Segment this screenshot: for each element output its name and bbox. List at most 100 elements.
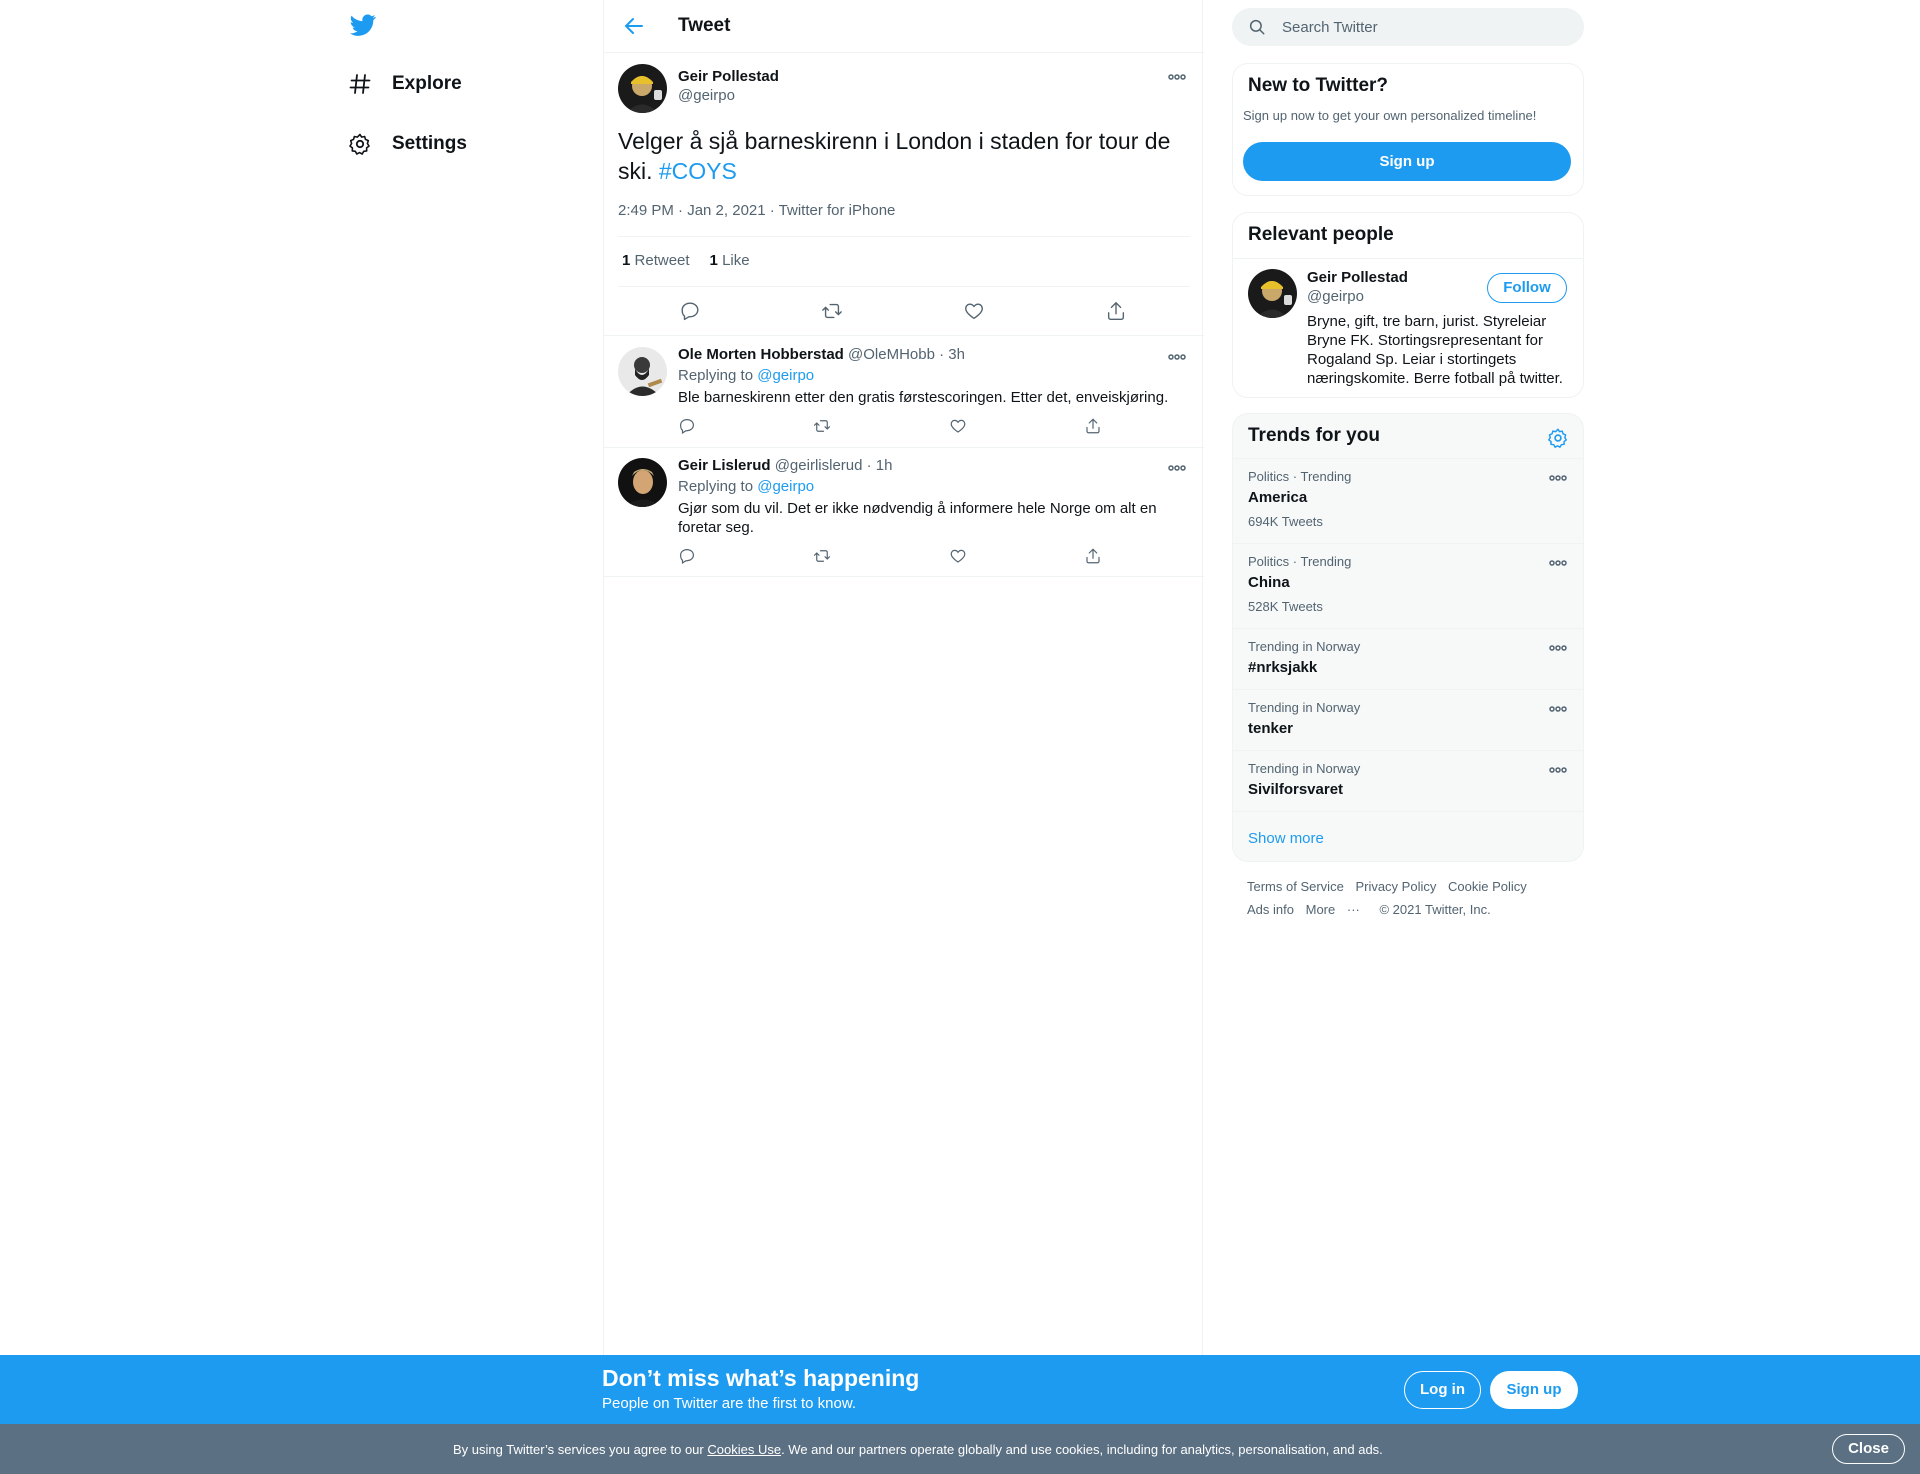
footer-link-terms[interactable]: Terms of Service bbox=[1247, 879, 1344, 894]
nav-explore-label: Explore bbox=[392, 73, 462, 94]
retweet-icon[interactable] bbox=[821, 300, 843, 322]
trend-item[interactable]: Politics · Trending America 694K Tweets bbox=[1233, 459, 1583, 544]
search-input[interactable] bbox=[1282, 8, 1572, 46]
copyright: © 2021 Twitter, Inc. bbox=[1379, 902, 1491, 917]
gear-icon bbox=[348, 132, 372, 156]
divider bbox=[618, 236, 1190, 237]
more-options-icon[interactable] bbox=[1549, 475, 1567, 481]
gear-icon[interactable] bbox=[1547, 427, 1569, 449]
tweet-meta: 2:49 PM · Jan 2, 2021 · Twitter for iPho… bbox=[618, 202, 896, 219]
hashtag-link[interactable]: #COYS bbox=[659, 158, 737, 184]
arrow-left-icon[interactable] bbox=[622, 14, 646, 38]
trend-name: China bbox=[1248, 574, 1290, 591]
author-handle[interactable]: @geirpo bbox=[678, 87, 735, 104]
follow-button[interactable]: Follow bbox=[1487, 273, 1567, 303]
card-subtitle: Sign up now to get your own personalized… bbox=[1243, 108, 1537, 123]
likes-count: 1 bbox=[709, 252, 718, 269]
trend-item[interactable]: Trending in Norway #nrksjakk bbox=[1233, 629, 1583, 690]
signup-button[interactable]: Sign up bbox=[1243, 142, 1571, 181]
footer-link-more[interactable]: More ··· bbox=[1306, 902, 1368, 917]
banner-title: Don’t miss what’s happening bbox=[602, 1365, 920, 1391]
avatar[interactable] bbox=[618, 458, 667, 507]
replying-to-link[interactable]: @geirpo bbox=[757, 478, 814, 495]
card-title: New to Twitter? bbox=[1248, 75, 1389, 96]
tweet-source[interactable]: Twitter for iPhone bbox=[779, 202, 896, 219]
footer-link-ads[interactable]: Ads info bbox=[1247, 902, 1294, 917]
cookie-text-before: By using Twitter’s services you agree to… bbox=[453, 1442, 708, 1457]
retweets-stat[interactable]: 1 Retweet bbox=[622, 252, 690, 269]
reply-header: Geir Lislerud @geirlislerud · 1h bbox=[678, 457, 893, 474]
nav-settings[interactable]: Settings bbox=[348, 124, 467, 164]
reply-time[interactable]: · 1h bbox=[867, 457, 893, 474]
like-icon[interactable] bbox=[963, 300, 985, 322]
person-bio: Bryne, gift, tre barn, jurist. Styreleia… bbox=[1307, 313, 1563, 387]
reply-author-handle[interactable]: @geirlislerud bbox=[775, 457, 863, 474]
retweets-count: 1 bbox=[622, 252, 631, 269]
cookie-bar: By using Twitter’s services you agree to… bbox=[0, 1424, 1920, 1474]
person-name[interactable]: Geir Pollestad bbox=[1307, 269, 1408, 286]
cookies-use-link[interactable]: Cookies Use bbox=[707, 1442, 781, 1457]
more-options-icon[interactable] bbox=[1549, 767, 1567, 773]
avatar[interactable] bbox=[618, 347, 667, 396]
reply-icon[interactable] bbox=[678, 547, 696, 565]
reply-tweet[interactable]: Ole Morten Hobberstad @OleMHobb · 3h Rep… bbox=[604, 337, 1204, 448]
trend-item[interactable]: Trending in Norway tenker bbox=[1233, 690, 1583, 751]
replying-to: Replying to @geirpo bbox=[678, 367, 814, 384]
trend-item[interactable]: Trending in Norway Sivilforsvaret bbox=[1233, 751, 1583, 812]
more-options-icon[interactable] bbox=[1168, 465, 1186, 471]
replying-to-link[interactable]: @geirpo bbox=[757, 367, 814, 384]
share-icon[interactable] bbox=[1105, 300, 1127, 322]
author-name[interactable]: Geir Pollestad bbox=[678, 68, 779, 85]
nav-settings-label: Settings bbox=[392, 133, 467, 154]
relevant-people-card: Relevant people Geir Pollestad @geirpo F… bbox=[1232, 212, 1584, 398]
footer-link-cookie[interactable]: Cookie Policy bbox=[1448, 879, 1527, 894]
share-icon[interactable] bbox=[1084, 547, 1102, 565]
trend-count: 528K Tweets bbox=[1248, 599, 1323, 614]
close-button[interactable]: Close bbox=[1832, 1434, 1905, 1464]
reply-author-name[interactable]: Ole Morten Hobberstad bbox=[678, 346, 844, 363]
retweet-icon[interactable] bbox=[813, 547, 831, 565]
person-handle[interactable]: @geirpo bbox=[1307, 288, 1364, 305]
likes-label: Like bbox=[722, 252, 750, 269]
more-options-icon[interactable] bbox=[1549, 560, 1567, 566]
likes-stat[interactable]: 1 Like bbox=[710, 252, 750, 269]
main-tweet: Geir Pollestad @geirpo Velger å sjå barn… bbox=[604, 54, 1204, 336]
more-options-icon[interactable] bbox=[1168, 74, 1186, 80]
card-title: Relevant people bbox=[1248, 224, 1394, 245]
trend-count: 694K Tweets bbox=[1248, 514, 1323, 529]
like-icon[interactable] bbox=[949, 417, 967, 435]
tweet-time[interactable]: 2:49 PM · Jan 2, 2021 bbox=[618, 202, 766, 219]
reply-icon[interactable] bbox=[678, 417, 696, 435]
more-dots-icon: ··· bbox=[1346, 902, 1360, 917]
avatar[interactable] bbox=[618, 64, 667, 113]
retweet-icon[interactable] bbox=[813, 417, 831, 435]
like-icon[interactable] bbox=[949, 547, 967, 565]
reply-text: Gjør som du vil. Det er ikke nødvendig å… bbox=[678, 500, 1157, 536]
trend-meta: Trending in Norway bbox=[1248, 761, 1361, 776]
more-options-icon[interactable] bbox=[1168, 354, 1186, 360]
login-button[interactable]: Log in bbox=[1404, 1371, 1481, 1409]
reply-tweet[interactable]: Geir Lislerud @geirlislerud · 1h Replyin… bbox=[604, 448, 1204, 577]
signup-banner: Don’t miss what’s happening People on Tw… bbox=[0, 1355, 1920, 1424]
nav-explore[interactable]: Explore bbox=[348, 64, 462, 104]
twitter-bird-icon[interactable] bbox=[348, 12, 378, 38]
avatar[interactable] bbox=[1248, 269, 1297, 318]
show-more-link[interactable]: Show more bbox=[1248, 830, 1324, 847]
replying-to: Replying to @geirpo bbox=[678, 478, 814, 495]
trend-meta: Politics · Trending bbox=[1248, 554, 1352, 569]
banner-signup-button[interactable]: Sign up bbox=[1490, 1371, 1578, 1409]
search-box[interactable] bbox=[1232, 8, 1584, 46]
center-column: Tweet Geir Pollestad @geirpo Velger å sj… bbox=[603, 0, 1204, 1474]
trend-meta: Trending in Norway bbox=[1248, 700, 1361, 715]
reply-time[interactable]: · 3h bbox=[939, 346, 965, 363]
replying-prefix: Replying to bbox=[678, 478, 754, 495]
more-options-icon[interactable] bbox=[1549, 706, 1567, 712]
trend-item[interactable]: Politics · Trending China 528K Tweets bbox=[1233, 544, 1583, 629]
reply-author-handle[interactable]: @OleMHobb bbox=[848, 346, 935, 363]
share-icon[interactable] bbox=[1084, 417, 1102, 435]
footer-link-privacy[interactable]: Privacy Policy bbox=[1355, 879, 1436, 894]
reply-icon[interactable] bbox=[679, 300, 701, 322]
reply-author-name[interactable]: Geir Lislerud bbox=[678, 457, 771, 474]
footer-links: Terms of Service Privacy Policy Cookie P… bbox=[1247, 879, 1535, 894]
more-options-icon[interactable] bbox=[1549, 645, 1567, 651]
